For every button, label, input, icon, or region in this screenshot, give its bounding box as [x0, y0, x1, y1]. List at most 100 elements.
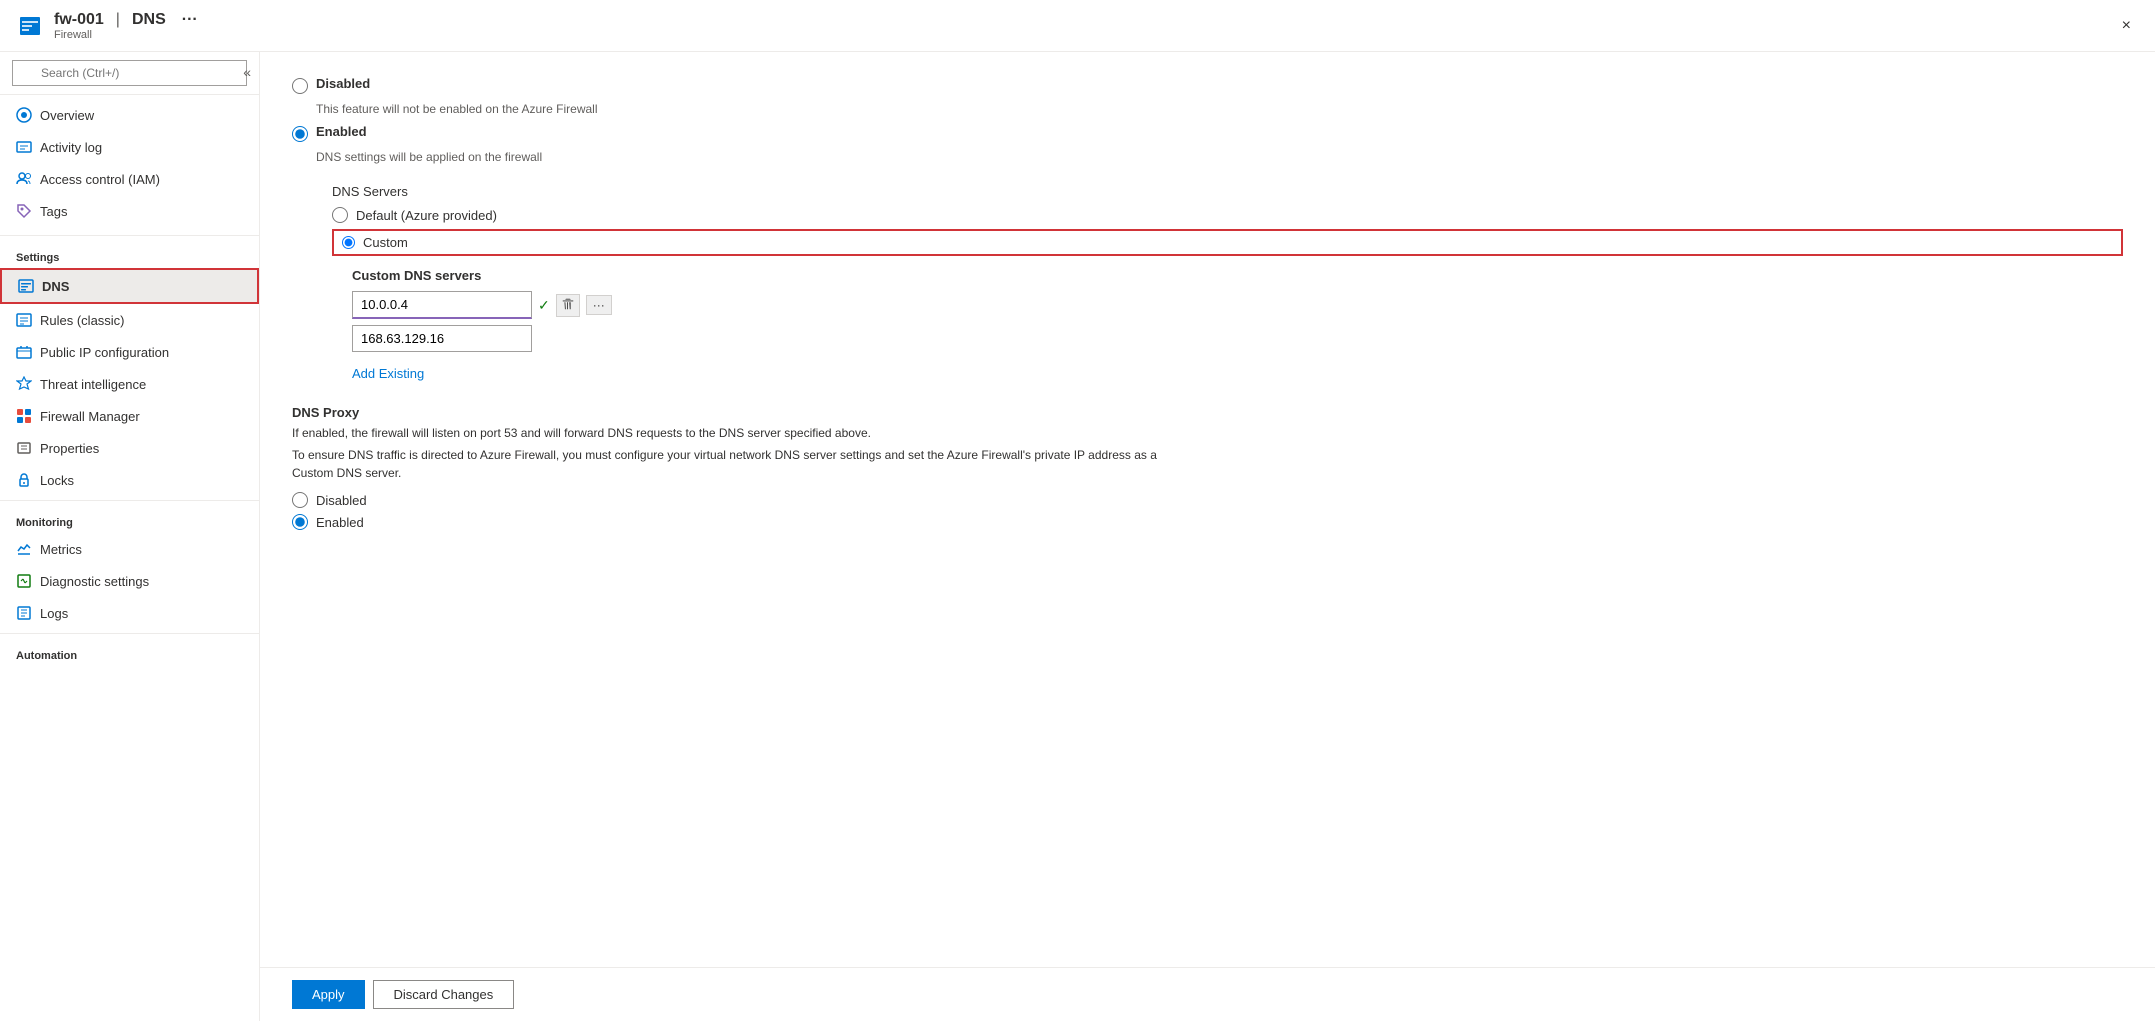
resource-name: fw-001 — [54, 11, 104, 29]
dns-proxy-desc1: If enabled, the firewall will listen on … — [292, 424, 1192, 442]
search-box: 🔍 — [0, 52, 259, 95]
sidebar-item-label-locks: Locks — [40, 473, 74, 488]
dns-input-row-2 — [352, 325, 2123, 352]
sidebar-item-metrics[interactable]: Metrics — [0, 533, 259, 565]
public-ip-icon — [16, 344, 32, 360]
access-control-icon — [16, 171, 32, 187]
content-scrollable: Disabled This feature will not be enable… — [260, 52, 2155, 967]
check-icon: ✓ — [538, 297, 550, 314]
add-existing-link[interactable]: Add Existing — [352, 366, 424, 381]
sidebar-item-access-control[interactable]: Access control (IAM) — [0, 163, 259, 195]
disabled-option: Disabled — [292, 76, 2123, 94]
sidebar-item-diagnostic[interactable]: Diagnostic settings — [0, 565, 259, 597]
dns-proxy-section: DNS Proxy If enabled, the firewall will … — [292, 405, 2123, 530]
header: fw-001 | DNS ··· Firewall × — [0, 0, 2155, 52]
sidebar-item-label-overview: Overview — [40, 108, 94, 123]
metrics-icon — [16, 541, 32, 557]
dns-server1-input[interactable] — [352, 291, 532, 319]
sidebar: « 🔍 Overview Activit — [0, 52, 260, 1021]
sidebar-item-dns[interactable]: DNS — [0, 268, 259, 304]
threat-intelligence-icon — [16, 376, 32, 392]
settings-section-header: Settings — [0, 240, 259, 268]
resource-icon — [16, 12, 44, 40]
firewall-manager-icon — [16, 408, 32, 424]
locks-icon — [16, 472, 32, 488]
sidebar-item-tags[interactable]: Tags — [0, 195, 259, 227]
dns-input-row-1: ✓ ··· — [352, 291, 2123, 319]
dns-disabled-radio[interactable] — [292, 78, 308, 94]
proxy-enabled-label[interactable]: Enabled — [316, 515, 364, 530]
proxy-enabled-radio[interactable] — [292, 514, 308, 530]
sidebar-item-label-dns: DNS — [42, 279, 69, 294]
proxy-enabled-row: Enabled — [292, 514, 2123, 530]
proxy-disabled-row: Disabled — [292, 492, 2123, 508]
monitoring-section-header: Monitoring — [0, 505, 259, 533]
dns-server2-input[interactable] — [352, 325, 532, 352]
sidebar-item-properties[interactable]: Properties — [0, 432, 259, 464]
enabled-label[interactable]: Enabled — [316, 124, 367, 139]
header-separator: | — [116, 11, 120, 29]
logs-icon — [16, 605, 32, 621]
overview-icon — [16, 107, 32, 123]
header-subtitle: Firewall — [54, 29, 198, 41]
automation-section-header: Automation — [0, 638, 259, 666]
sidebar-item-label-rules: Rules (classic) — [40, 313, 125, 328]
sidebar-item-rules[interactable]: Rules (classic) — [0, 304, 259, 336]
default-radio-row: Default (Azure provided) — [332, 207, 2123, 223]
disabled-label[interactable]: Disabled — [316, 76, 370, 91]
sidebar-item-firewall-manager[interactable]: Firewall Manager — [0, 400, 259, 432]
sidebar-item-overview[interactable]: Overview — [0, 99, 259, 131]
server1-more-button[interactable]: ··· — [586, 295, 612, 315]
custom-radio-label[interactable]: Custom — [363, 235, 408, 250]
disabled-desc: This feature will not be enabled on the … — [316, 102, 2123, 116]
close-button[interactable]: × — [2114, 13, 2139, 39]
dns-proxy-desc2: To ensure DNS traffic is directed to Azu… — [292, 446, 1192, 482]
dns-servers-section: DNS Servers Default (Azure provided) Cus… — [332, 184, 2123, 381]
sidebar-item-activity-log[interactable]: Activity log — [0, 131, 259, 163]
footer: Apply Discard Changes — [260, 967, 2155, 1021]
dns-default-radio[interactable] — [332, 207, 348, 223]
dns-proxy-title: DNS Proxy — [292, 405, 2123, 420]
diagnostic-icon — [16, 573, 32, 589]
dns-mode-group: Disabled This feature will not be enable… — [292, 76, 2123, 164]
enabled-option: Enabled — [292, 124, 2123, 142]
dns-servers-label: DNS Servers — [332, 184, 2123, 199]
discard-button[interactable]: Discard Changes — [373, 980, 515, 1009]
default-radio-label[interactable]: Default (Azure provided) — [356, 208, 497, 223]
dns-custom-radio[interactable] — [342, 236, 355, 249]
proxy-disabled-label[interactable]: Disabled — [316, 493, 367, 508]
apply-button[interactable]: Apply — [292, 980, 365, 1009]
nav-divider-1 — [0, 235, 259, 236]
nav-divider-3 — [0, 633, 259, 634]
custom-dns-servers: Custom DNS servers ✓ ··· Add — [352, 268, 2123, 381]
sidebar-item-logs[interactable]: Logs — [0, 597, 259, 629]
dns-proxy-radio-group: Disabled Enabled — [292, 492, 2123, 530]
dns-server-radio-group: Default (Azure provided) Custom — [332, 207, 2123, 256]
sidebar-item-label-logs: Logs — [40, 606, 68, 621]
search-input[interactable] — [12, 60, 247, 86]
rules-icon — [16, 312, 32, 328]
sidebar-item-locks[interactable]: Locks — [0, 464, 259, 496]
activity-log-icon — [16, 139, 32, 155]
sidebar-item-label-threat: Threat intelligence — [40, 377, 146, 392]
proxy-disabled-radio[interactable] — [292, 492, 308, 508]
header-title: fw-001 | DNS ··· — [54, 11, 198, 29]
dns-enabled-radio[interactable] — [292, 126, 308, 142]
sidebar-item-public-ip[interactable]: Public IP configuration — [0, 336, 259, 368]
enabled-desc: DNS settings will be applied on the fire… — [316, 150, 2123, 164]
sidebar-item-label-diagnostic: Diagnostic settings — [40, 574, 149, 589]
sidebar-item-label-firewall-mgr: Firewall Manager — [40, 409, 140, 424]
sidebar-item-threat-intel[interactable]: Threat intelligence — [0, 368, 259, 400]
tags-icon — [16, 203, 32, 219]
sidebar-item-label-public-ip: Public IP configuration — [40, 345, 169, 360]
content-area: Disabled This feature will not be enable… — [260, 52, 2155, 1021]
dns-icon — [18, 278, 34, 294]
custom-dns-label: Custom DNS servers — [352, 268, 2123, 283]
page-title: DNS — [132, 11, 166, 29]
custom-radio-wrapper: Custom — [332, 229, 2123, 256]
sidebar-item-label-tags: Tags — [40, 204, 67, 219]
sidebar-collapse-button[interactable]: « — [235, 60, 259, 84]
nav-divider-2 — [0, 500, 259, 501]
delete-server1-button[interactable] — [556, 294, 580, 317]
header-ellipsis[interactable]: ··· — [182, 11, 198, 29]
